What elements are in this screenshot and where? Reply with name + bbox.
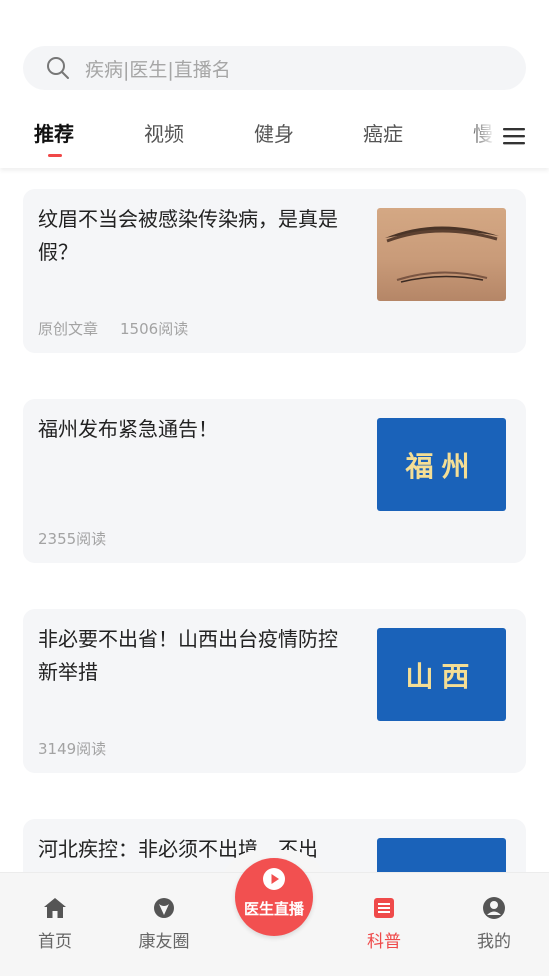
active-tab-indicator — [48, 154, 62, 157]
article-meta: 3149阅读 — [38, 738, 106, 759]
article-feed: 纹眉不当会被感染传染病，是真是假？ 原创文章 1506阅读 福州发布紧急通告！ 福… — [0, 168, 549, 872]
tab-recommend[interactable]: 推荐 — [34, 118, 74, 147]
nav-mine[interactable]: 我的 — [454, 895, 534, 952]
article-meta: 原创文章 1506阅读 — [38, 318, 188, 339]
article-reads: 2355阅读 — [38, 530, 107, 548]
tab-fitness[interactable]: 健身 — [254, 118, 294, 147]
article-reads: 1506阅读 — [120, 320, 189, 338]
article-card[interactable]: 纹眉不当会被感染传染病，是真是假？ 原创文章 1506阅读 — [23, 189, 526, 353]
article-thumbnail — [377, 208, 506, 301]
doctor-live-label: 医生直播 — [243, 900, 304, 918]
community-icon — [154, 898, 174, 918]
search-icon — [47, 57, 69, 79]
article-thumbnail: 河北 — [377, 838, 506, 872]
article-thumbnail: 山西 — [377, 628, 506, 721]
article-title: 纹眉不当会被感染传染病，是真是假？ — [38, 207, 338, 264]
article-source: 原创文章 — [38, 320, 99, 338]
nav-home-label: 首页 — [38, 932, 72, 952]
nav-community-label: 康友圈 — [138, 932, 190, 952]
article-title: 福州发布紧急通告！ — [38, 417, 218, 441]
search-bar[interactable]: 疾病|医生|直播名 — [23, 46, 526, 90]
menu-icon[interactable] — [500, 122, 528, 150]
header: 疾病|医生|直播名 推荐 视频 健身 癌症 慢 — [0, 0, 549, 168]
search-placeholder: 疾病|医生|直播名 — [85, 58, 231, 81]
article-card[interactable]: 福州发布紧急通告！ 福州 2355阅读 — [23, 399, 526, 563]
nav-home[interactable]: 首页 — [15, 895, 95, 952]
user-icon — [483, 897, 505, 919]
tab-cancer[interactable]: 癌症 — [363, 118, 403, 147]
category-tabs: 推荐 视频 健身 癌症 慢 — [0, 118, 549, 158]
doctor-live-button[interactable]: 医生直播 — [235, 858, 313, 936]
home-icon — [44, 898, 66, 918]
article-reads: 3149阅读 — [38, 740, 107, 758]
play-icon — [263, 868, 285, 890]
thumbnail-text: 山西 — [405, 659, 478, 693]
article-thumbnail: 福州 — [377, 418, 506, 511]
nav-mine-label: 我的 — [477, 932, 511, 952]
thumbnail-text: 河北 — [405, 865, 477, 873]
eyebrow-image — [385, 226, 499, 283]
nav-science-label: 科普 — [367, 932, 401, 952]
nav-community[interactable]: 康友圈 — [124, 895, 204, 952]
article-card[interactable]: 非必要不出省！山西出台疫情防控新举措 山西 3149阅读 — [23, 609, 526, 773]
nav-science[interactable]: 科普 — [344, 895, 424, 952]
article-title: 非必要不出省！山西出台疫情防控新举措 — [38, 627, 338, 684]
thumbnail-text: 福州 — [405, 449, 478, 483]
article-meta: 2355阅读 — [38, 528, 106, 549]
article-list-icon — [374, 898, 394, 918]
tab-video[interactable]: 视频 — [144, 118, 184, 147]
